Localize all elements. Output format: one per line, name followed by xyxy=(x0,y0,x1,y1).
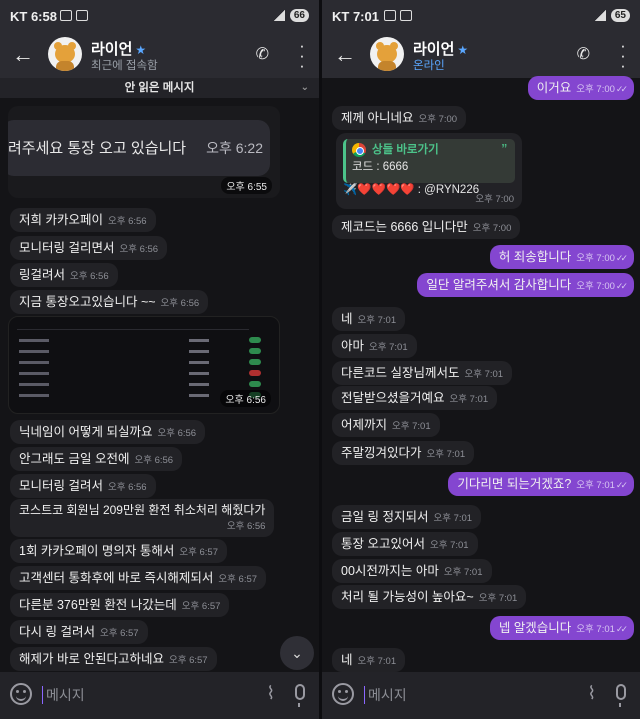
message-bubble[interactable]: 저희 카카오페이 오후 6:56 xyxy=(10,208,156,232)
card-title: 상들 바로가기 xyxy=(372,144,439,156)
signal-icon xyxy=(272,10,285,21)
microphone-icon[interactable] xyxy=(616,684,626,707)
chevron-down-icon: ⌄ xyxy=(300,82,309,93)
message-bubble[interactable]: 모니터링 걸리면서 오후 6:56 xyxy=(10,236,168,260)
message-bubble[interactable]: 안그래도 금일 오전에 오후 6:56 xyxy=(10,447,183,471)
message-bubble[interactable]: 링걸려서 오후 6:56 xyxy=(10,263,118,287)
message-bubble[interactable]: 어제까지 오후 7:01 xyxy=(332,413,440,437)
message-bubble[interactable]: 해제가 바로 안된다고하네요 오후 6:57 xyxy=(10,647,217,671)
message-time: 오후 7:00 xyxy=(475,194,514,205)
message-bubble[interactable]: 네 오후 7:01 xyxy=(332,307,406,331)
message-input[interactable]: 메시지 xyxy=(42,686,85,704)
message-bubble[interactable]: 제코드는 6666 입니다만 오후 7:00 xyxy=(332,215,521,239)
quote-icon: ” xyxy=(501,142,507,159)
contact-status: 최근에 접속함 xyxy=(91,60,158,72)
avatar[interactable] xyxy=(48,37,82,71)
more-menu-icon[interactable]: · · · xyxy=(620,37,626,74)
message-bubble[interactable]: 닉네임이 어떻게 되실까요 오후 6:56 xyxy=(10,420,206,444)
read-check-icon: ✓✓ xyxy=(615,281,628,291)
message-bubble[interactable]: 통장 오고있어서 오후 7:01 xyxy=(332,532,478,556)
screenshot-image-message[interactable]: 오후 6:56 xyxy=(8,316,280,414)
phone-icon[interactable]: ✆ xyxy=(256,44,269,64)
message-time: 오후 6:55 xyxy=(221,177,272,194)
message-time: 오후 6:56 xyxy=(220,390,271,407)
status-indicators: 65 xyxy=(593,9,630,22)
message-bubble-sent[interactable]: 이거요 오후 7:00✓✓ xyxy=(527,76,634,100)
message-bubble[interactable]: 전달받으셨을거예요 오후 7:01 xyxy=(332,386,498,410)
unread-banner[interactable]: 안 읽은 메시지 ⌄ xyxy=(0,78,319,98)
contact-name: 라이언 xyxy=(91,41,133,58)
notification-icons xyxy=(60,10,88,21)
quoted-block: 상들 바로가기 코드 : 6666 ” xyxy=(343,139,515,183)
message-bubble-sent[interactable]: 일단 알려주셔서 감사합니다 오후 7:00✓✓ xyxy=(417,273,634,297)
message-bubble[interactable]: 제께 아니네요 오후 7:00 xyxy=(332,106,467,130)
message-input-bar: 메시지 ⌇ xyxy=(0,672,319,719)
read-check-icon: ✓✓ xyxy=(615,624,628,634)
attach-icon[interactable]: ⌇ xyxy=(266,683,275,704)
status-time: KT 7:01 xyxy=(332,9,379,24)
message-bubble[interactable]: 지금 통장오고있습니다 ~~ 오후 6:56 xyxy=(10,290,209,314)
read-check-icon: ✓✓ xyxy=(615,480,628,490)
more-menu-icon[interactable]: · · · xyxy=(299,37,305,74)
emoji-icon[interactable] xyxy=(332,683,354,705)
star-icon: ★ xyxy=(457,43,469,57)
microphone-icon[interactable] xyxy=(295,684,305,707)
message-bubble[interactable]: 고객센터 통화후에 바로 즉시해제되서 오후 6:57 xyxy=(10,566,267,590)
avatar[interactable] xyxy=(370,37,404,71)
chevron-down-icon: ⌄ xyxy=(291,645,303,661)
message-bubble[interactable]: 다른코드 실장님께서도 오후 7:01 xyxy=(332,361,513,385)
star-icon: ★ xyxy=(135,43,147,57)
emoji-icon[interactable] xyxy=(10,683,32,705)
scroll-down-button[interactable]: ⌄ xyxy=(280,636,314,670)
status-time: KT 6:58 xyxy=(10,9,57,24)
message-bubble[interactable]: 00시전까지는 아마 오후 7:01 xyxy=(332,559,492,583)
read-check-icon: ✓✓ xyxy=(615,253,628,263)
message-input-bar: 메시지 ⌇ xyxy=(322,672,640,719)
image-inner-time: 오후 6:22 xyxy=(206,140,264,156)
image-message[interactable]: 려주세요 통장 오고 있습니다 오후 6:22 오후 6:55 xyxy=(8,106,280,198)
message-bubble[interactable]: 주말낑겨있다가 오후 7:01 xyxy=(332,441,475,465)
phone-icon[interactable]: ✆ xyxy=(577,44,590,64)
contact-status: 온라인 xyxy=(413,60,445,72)
message-bubble-sent[interactable]: 기다리면 되는거겠죠? 오후 7:01✓✓ xyxy=(448,472,634,496)
status-bar: KT 6:58 66 xyxy=(0,0,319,34)
back-arrow-icon[interactable]: ← xyxy=(12,42,34,68)
message-bubble[interactable]: 네 오후 7:01 xyxy=(332,648,406,672)
chat-header: ← 라이언 ★ 최근에 접속함 ✆ · · · xyxy=(0,34,319,78)
right-chat-screen: KT 7:01 65 ← 라이언 ★ 온라인 ✆ · · · 이거요 오후 7:00✓✓… xyxy=(322,0,640,719)
message-bubble[interactable]: 금일 링 정지되서 오후 7:01 xyxy=(332,505,482,529)
notification-icons xyxy=(384,10,412,21)
message-bubble[interactable]: 모니터링 걸려서 오후 6:56 xyxy=(10,474,156,498)
contact-name: 라이언 xyxy=(413,41,455,58)
message-bubble[interactable]: 코스트코 회원님 209만원 환전 취소처리 해줬다가 오후 6:56 xyxy=(10,499,275,537)
image-text: 려주세요 통장 오고 있습니다 xyxy=(8,140,187,157)
left-chat-screen: KT 6:58 66 ← 라이언 ★ 최근에 접속함 ✆ · · · 안 읽은 메시지… xyxy=(0,0,319,719)
battery-level: 65 xyxy=(610,9,630,22)
message-input[interactable]: 메시지 xyxy=(364,686,407,704)
back-arrow-icon[interactable]: ← xyxy=(334,42,356,68)
message-bubble-sent[interactable]: 넵 알겠습니다 오후 7:01✓✓ xyxy=(489,616,634,640)
link-card-message[interactable]: 상들 바로가기 코드 : 6666 ” ✈️❤️❤️❤️❤️ : @RYN226… xyxy=(336,133,522,209)
status-indicators: 66 xyxy=(272,9,309,22)
read-check-icon: ✓✓ xyxy=(615,84,628,94)
message-bubble[interactable]: 다시 링 걸려서 오후 6:57 xyxy=(10,620,148,644)
chat-header: ← 라이언 ★ 온라인 ✆ · · · xyxy=(322,34,640,78)
message-bubble[interactable]: 1회 카카오페이 명의자 통해서 오후 6:57 xyxy=(10,539,227,563)
message-bubble-sent[interactable]: 허 죄송합니다 오후 7:00✓✓ xyxy=(489,245,634,269)
attach-icon[interactable]: ⌇ xyxy=(587,683,596,704)
message-bubble[interactable]: 아마 오후 7:01 xyxy=(332,334,417,358)
message-bubble[interactable]: 처리 될 가능성이 높아요~ 오후 7:01 xyxy=(332,585,527,609)
card-line-code: 코드 : 6666 xyxy=(352,161,409,173)
chrome-icon xyxy=(352,142,366,157)
signal-icon xyxy=(593,10,606,21)
status-bar: KT 7:01 65 xyxy=(322,0,640,34)
message-bubble[interactable]: 다른분 376만원 환전 나갔는데 오후 6:57 xyxy=(10,593,230,617)
battery-level: 66 xyxy=(289,9,309,22)
